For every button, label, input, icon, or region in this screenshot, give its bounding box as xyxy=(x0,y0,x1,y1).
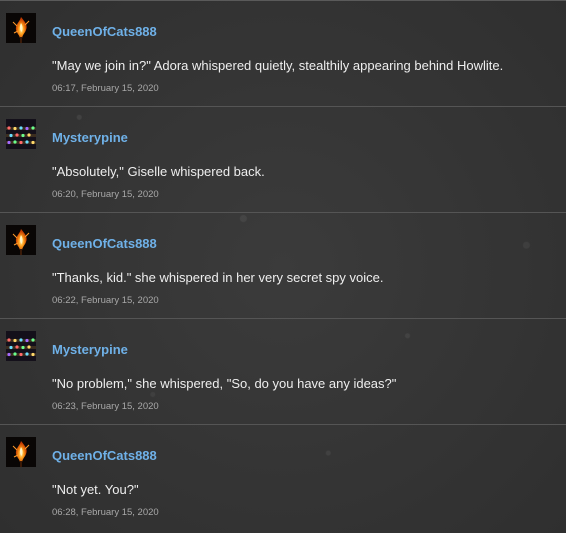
comment-timestamp: 06:20, February 15, 2020 xyxy=(52,189,159,200)
flame-avatar-icon[interactable] xyxy=(6,225,36,255)
lights-avatar-icon[interactable] xyxy=(6,119,36,149)
comment-item: QueenOfCats888 "Thanks, kid." she whispe… xyxy=(0,213,566,319)
comment-text: "Thanks, kid." she whispered in her very… xyxy=(52,270,384,285)
comment-timestamp: 06:22, February 15, 2020 xyxy=(52,295,159,306)
comment-timestamp: 06:23, February 15, 2020 xyxy=(52,401,159,412)
comment-username[interactable]: Mysterypine xyxy=(52,342,128,357)
comment-item: Mysterypine "No problem," she whispered,… xyxy=(0,319,566,425)
comment-timestamp: 06:17, February 15, 2020 xyxy=(52,83,159,94)
lights-avatar-icon[interactable] xyxy=(6,331,36,361)
comment-username[interactable]: QueenOfCats888 xyxy=(52,236,157,251)
comment-username[interactable]: QueenOfCats888 xyxy=(52,24,157,39)
comment-text: "Absolutely," Giselle whispered back. xyxy=(52,164,265,179)
comment-username[interactable]: Mysterypine xyxy=(52,130,128,145)
comment-username[interactable]: QueenOfCats888 xyxy=(52,448,157,463)
comment-item: Mysterypine "Absolutely," Giselle whispe… xyxy=(0,107,566,213)
comment-item: QueenOfCats888 "May we join in?" Adora w… xyxy=(0,1,566,107)
flame-avatar-icon[interactable] xyxy=(6,13,36,43)
comment-feed: QueenOfCats888 "May we join in?" Adora w… xyxy=(0,0,566,533)
comment-text: "No problem," she whispered, "So, do you… xyxy=(52,376,397,391)
comment-text: "May we join in?" Adora whispered quietl… xyxy=(52,58,504,73)
comment-text: "Not yet. You?" xyxy=(52,482,139,497)
comment-item: QueenOfCats888 "Not yet. You?" 06:28, Fe… xyxy=(0,425,566,531)
flame-avatar-icon[interactable] xyxy=(6,437,36,467)
comment-timestamp: 06:28, February 15, 2020 xyxy=(52,507,159,518)
